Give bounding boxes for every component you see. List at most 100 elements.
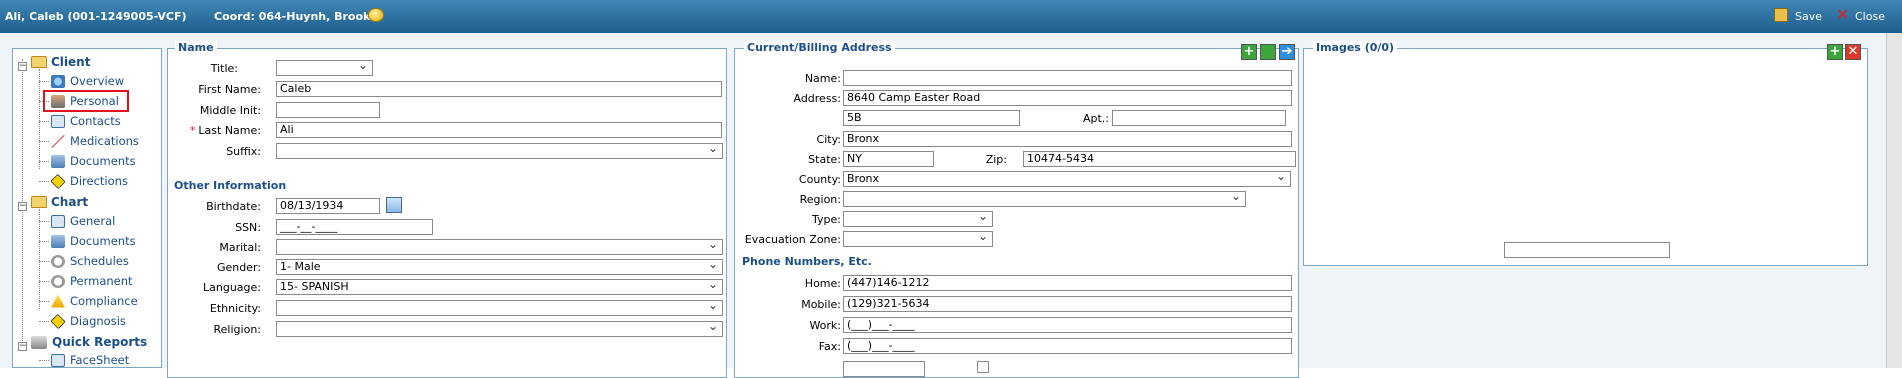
image-caption-field[interactable] (1504, 242, 1670, 258)
tree-group-label: Chart (51, 195, 89, 209)
tree-item-compliance[interactable]: Compliance (39, 292, 138, 310)
last-name-field[interactable]: Ali (276, 122, 722, 138)
ethnicity-label: Ethnicity: (209, 302, 261, 315)
images-panel-title: Images (0/0) (1313, 41, 1398, 54)
tree-item-label: Documents (70, 154, 136, 168)
arrow-right-icon[interactable]: ➔ (1279, 44, 1295, 60)
state-field[interactable]: NY (843, 151, 934, 167)
pencil-icon (51, 134, 65, 148)
gender-label: Gender: (216, 261, 261, 274)
type-select[interactable] (843, 211, 993, 227)
mobile-phone-field[interactable]: (129)321-5634 (843, 296, 1292, 312)
county-select[interactable]: Bronx (843, 171, 1291, 187)
tree-item-label: Compliance (70, 294, 138, 308)
tree-group-quick-reports[interactable]: − Quick Reports (18, 333, 147, 351)
tree-group-client[interactable]: − Client (18, 53, 90, 71)
tree-item-label: Contacts (70, 114, 121, 128)
vertical-scrollbar[interactable] (1886, 33, 1902, 368)
tree-item-diagnosis[interactable]: Diagnosis (39, 312, 126, 330)
suffix-label: Suffix: (226, 145, 261, 158)
extra-field[interactable] (843, 361, 925, 377)
magnifier-icon (51, 74, 65, 88)
zip-label: Zip: (985, 153, 1007, 166)
documents-icon (51, 154, 65, 168)
religion-label: Religion: (213, 323, 261, 336)
tree-item-documents[interactable]: Documents (39, 152, 136, 170)
type-label: Type: (812, 213, 841, 226)
close-button[interactable]: Close (1855, 10, 1885, 23)
tree-item-chart-documents[interactable]: Documents (39, 232, 136, 250)
state-label: State: (808, 153, 841, 166)
collapse-icon[interactable]: − (18, 201, 27, 211)
add-image-icon[interactable]: + (1827, 44, 1843, 60)
save-icon[interactable] (1774, 8, 1788, 22)
green-square-icon[interactable] (1260, 44, 1276, 60)
religion-select[interactable] (276, 321, 723, 337)
images-panel: Images (0/0) + ✕ (1303, 41, 1868, 266)
gender-select[interactable]: 1- Male (276, 259, 723, 275)
title-bar: Ali, Caleb (001-1249005-VCF) Coord: 064-… (0, 0, 1902, 33)
zip-field[interactable]: 10474-5434 (1023, 151, 1296, 167)
suffix-select[interactable] (276, 143, 723, 159)
delete-image-icon[interactable]: ✕ (1845, 44, 1861, 60)
clock-icon (51, 254, 65, 268)
region-label: Region: (799, 193, 841, 206)
collapse-icon[interactable]: − (18, 341, 27, 351)
phone-numbers-title: Phone Numbers, Etc. (742, 255, 872, 268)
calendar-icon[interactable] (386, 197, 402, 213)
city-field[interactable]: Bronx (843, 131, 1292, 147)
tree-group-chart[interactable]: − Chart (18, 193, 88, 211)
first-name-label: First Name: (198, 83, 261, 96)
tree-group-label: Client (51, 55, 91, 69)
tree-item-contacts[interactable]: Contacts (39, 112, 121, 130)
tree-item-label: Diagnosis (70, 314, 126, 328)
tree-item-facesheet[interactable]: FaceSheet (39, 351, 129, 367)
printer-icon (31, 335, 47, 349)
first-name-field[interactable]: Caleb (276, 81, 722, 97)
tree-item-overview[interactable]: Overview (39, 72, 124, 90)
coins-icon[interactable] (368, 8, 384, 22)
direction-sign-icon (50, 173, 66, 189)
middle-init-field[interactable] (276, 102, 380, 118)
tree-item-medications[interactable]: Medications (39, 132, 139, 150)
diagnosis-sign-icon (50, 313, 66, 329)
marital-select[interactable] (276, 239, 723, 255)
title-label: Title: (210, 62, 238, 75)
language-select[interactable]: 15- SPANISH (276, 279, 723, 295)
name-panel-title: Name (175, 41, 217, 54)
tree-item-schedules[interactable]: Schedules (39, 252, 129, 270)
last-name-label-text: Last Name: (198, 124, 261, 137)
save-button[interactable]: Save (1795, 10, 1822, 23)
ethnicity-select[interactable] (276, 300, 723, 316)
address-line2-field[interactable]: 5B (843, 110, 1020, 126)
coordinator-label: Coord: 064-Huynh, Brooks (214, 10, 377, 23)
birthdate-field[interactable]: 08/13/1934 (276, 198, 380, 214)
tree-item-label: Documents (70, 234, 136, 248)
extra-checkbox[interactable] (977, 361, 989, 373)
tree-item-general[interactable]: General (39, 212, 115, 230)
close-icon[interactable]: ✕ (1836, 7, 1849, 23)
documents-icon (51, 234, 65, 248)
contact-card-icon (51, 114, 65, 128)
apt-field[interactable] (1112, 110, 1286, 126)
tree-item-permanent[interactable]: Permanent (39, 272, 133, 290)
selected-item-highlight (43, 90, 129, 112)
collapse-icon[interactable]: − (18, 61, 27, 71)
ssn-field[interactable]: ___-__-____ (276, 219, 433, 235)
work-phone-field[interactable]: (___)___-____ (843, 317, 1292, 333)
evacuation-zone-select[interactable] (843, 231, 993, 247)
region-select[interactable] (843, 191, 1246, 207)
middle-init-label: Middle Init: (199, 104, 261, 117)
address-name-field[interactable] (843, 70, 1292, 86)
clock-icon (51, 274, 65, 288)
fax-field[interactable]: (___)___-____ (843, 338, 1292, 354)
home-phone-field[interactable]: (447)146-1212 (843, 275, 1292, 291)
folder-icon (31, 56, 47, 68)
tree-item-directions[interactable]: Directions (39, 172, 128, 190)
home-phone-label: Home: (804, 277, 841, 290)
folder-icon (31, 196, 47, 208)
add-icon[interactable]: + (1241, 44, 1257, 60)
fax-label: Fax: (818, 340, 841, 353)
title-select[interactable] (276, 60, 373, 76)
address-field[interactable]: 8640 Camp Easter Road (843, 90, 1292, 106)
